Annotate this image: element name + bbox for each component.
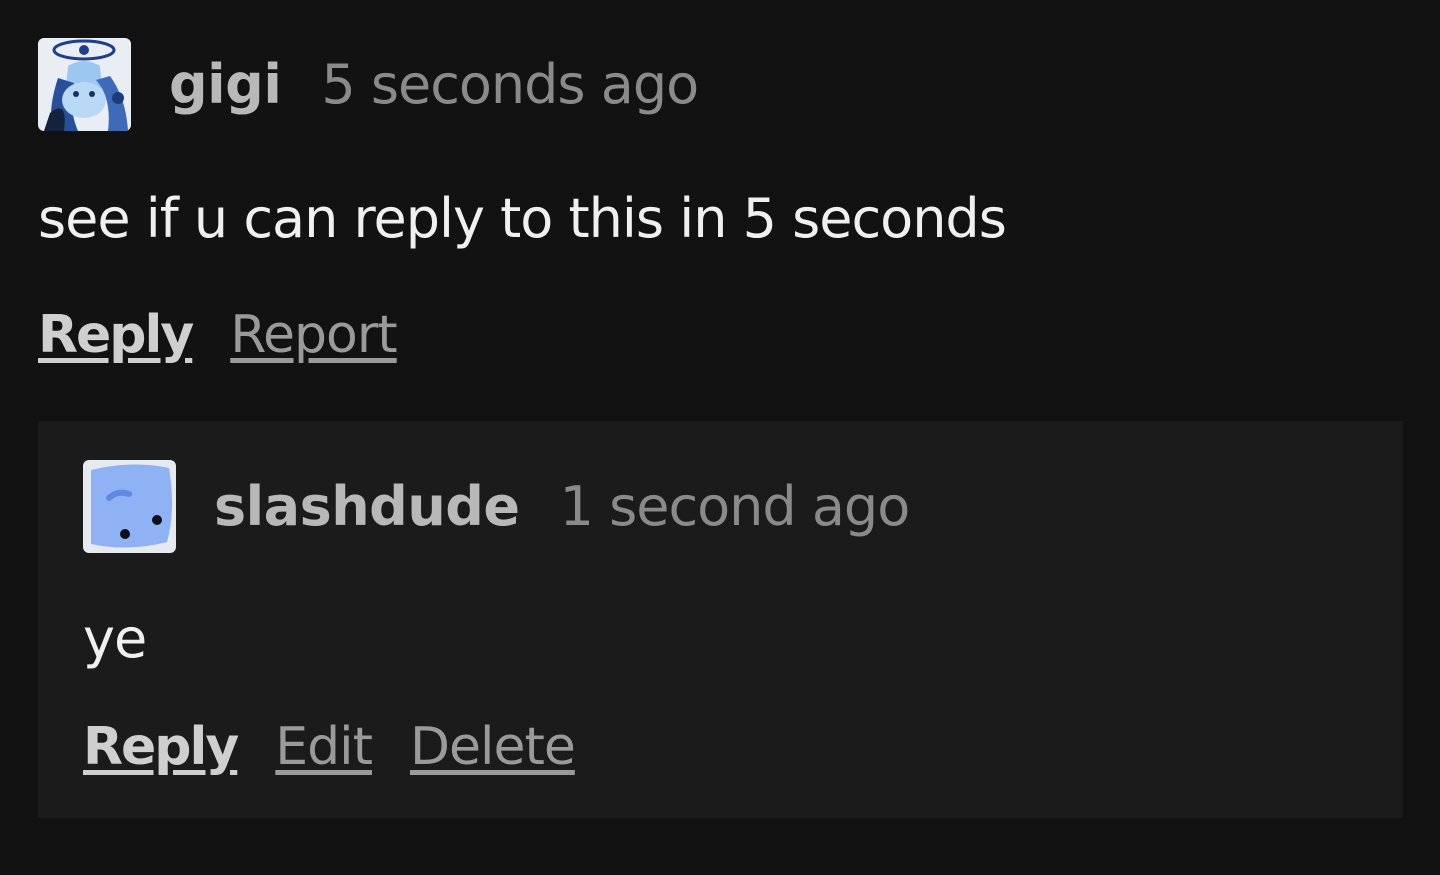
report-button[interactable]: Report — [230, 305, 397, 365]
comment-body: see if u can reply to this in 5 seconds — [38, 187, 1007, 250]
reply-header: slashdude 1 second ago — [83, 459, 1363, 553]
timestamp: 1 second ago — [559, 474, 911, 538]
comment-actions: Reply Report — [38, 305, 1403, 365]
reply-body: ye — [83, 607, 147, 670]
username[interactable]: slashdude — [214, 475, 520, 538]
avatar-gigi[interactable] — [38, 37, 131, 131]
comment-header: gigi 5 seconds ago — [38, 37, 1403, 131]
username[interactable]: gigi — [169, 53, 282, 116]
reply-comment: slashdude 1 second ago ye Reply Edit Del… — [83, 459, 1363, 777]
reply-actions: Reply Edit Delete — [83, 717, 1363, 777]
reply-container: slashdude 1 second ago ye Reply Edit Del… — [38, 421, 1403, 818]
avatar-slashdude[interactable] — [83, 459, 176, 553]
reply-button[interactable]: Reply — [38, 305, 194, 365]
timestamp: 5 seconds ago — [321, 52, 699, 116]
blue-blob-avatar-icon — [83, 459, 176, 553]
comment: gigi 5 seconds ago see if u can reply to… — [38, 37, 1403, 365]
reply-button[interactable]: Reply — [83, 717, 239, 777]
anime-character-avatar-icon — [38, 37, 131, 131]
delete-button[interactable]: Delete — [410, 717, 576, 777]
edit-button[interactable]: Edit — [275, 717, 373, 777]
